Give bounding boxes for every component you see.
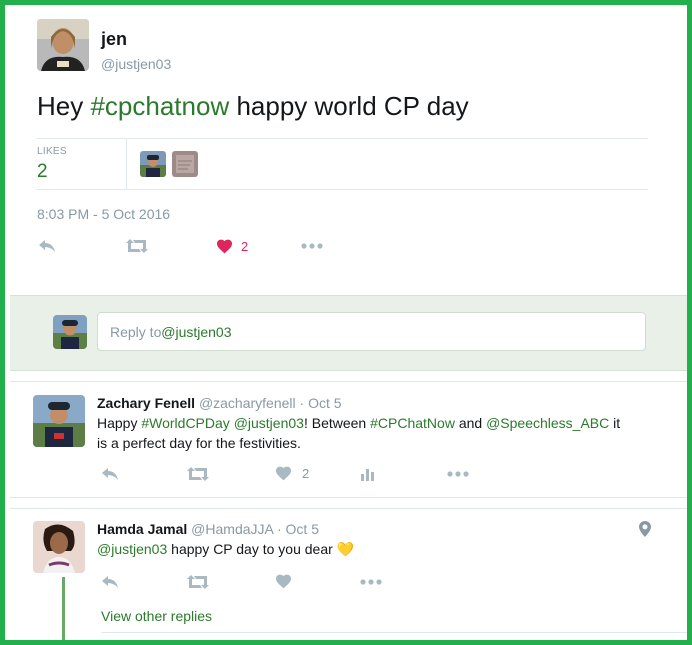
more-icon [301,243,323,249]
reply-text: @justjen03 happy CP day to you dear 💛 [97,539,354,559]
retweet-button[interactable] [126,239,148,253]
author-name[interactable]: jen [101,29,127,50]
reply-author-name[interactable]: Zachary Fenell [97,395,195,411]
reply-icon [102,468,118,480]
heart-icon [276,574,291,589]
dot-separator: · [276,521,282,537]
reply-divider [10,508,687,509]
reply-date[interactable]: Oct 5 [286,521,319,537]
like-button[interactable] [275,574,292,589]
more-icon [360,579,382,585]
bar-chart-icon [361,469,374,481]
likes-count[interactable]: 2 [37,161,48,183]
reply-icon [39,240,55,252]
text: Happy [97,415,142,431]
like-button[interactable]: 2 [275,466,309,481]
retweet-icon [187,467,209,481]
hashtag-link[interactable]: #WorldCPDay [141,415,229,431]
reply-button[interactable] [38,239,56,253]
reply-placeholder-prefix: Reply to [110,323,162,340]
more-button[interactable] [360,579,382,585]
likes-label: LIKES [37,146,67,157]
text: ! Between [303,415,371,431]
location-pin-icon [639,521,651,537]
mention-link[interactable]: @Speechless_ABC [486,415,609,431]
retweet-icon [187,575,209,589]
reply-divider [10,381,687,382]
text: is a perfect day for the festivities. [97,435,301,451]
view-other-replies-link[interactable]: View other replies [101,608,212,624]
location-button[interactable] [639,521,651,542]
reply-author-handle[interactable]: @HamdaJJA [191,521,273,537]
reply-avatar[interactable] [33,395,85,447]
retweet-icon [126,239,148,253]
stats-divider-top [37,138,648,139]
reply-author-handle[interactable]: @zacharyfenell [199,395,296,411]
hashtag-link[interactable]: #CPChatNow [370,415,455,431]
heart-icon [276,466,291,481]
liker-avatar[interactable] [172,151,198,177]
more-button[interactable] [447,471,469,477]
retweet-button[interactable] [187,575,209,589]
yellow-heart-emoji: 💛 [336,541,355,557]
reply-button[interactable] [101,575,119,589]
reply-text: Happy #WorldCPDay @justjen03! Between #C… [97,413,657,453]
like-count: 2 [241,239,249,254]
reply-header: Hamda Jamal @HamdaJJA · Oct 5 [97,521,319,537]
tweet-text: Hey #cpchatnow happy world CP day [37,91,469,122]
reply-author-name[interactable]: Hamda Jamal [97,521,187,537]
reply-input[interactable]: Reply to @justjen03 [97,312,646,351]
dot-separator: · [299,395,305,411]
author-avatar[interactable] [37,19,89,71]
reply-icon [102,576,118,588]
mention-link[interactable]: @justjen03 [97,541,167,557]
mention-link[interactable]: @justjen03 [234,415,304,431]
tweet-detail-frame: jen @justjen03 Hey #cpchatnow happy worl… [0,0,692,645]
reply-avatar[interactable] [33,521,85,573]
author-handle[interactable]: @justjen03 [101,56,171,72]
tweet-text-prefix: Hey [37,91,91,121]
like-button[interactable]: 2 [216,239,248,254]
more-icon [447,471,469,477]
reply-divider [10,497,687,498]
hashtag-link[interactable]: #cpchatnow [90,91,229,121]
heart-icon [217,239,232,254]
liker-avatar[interactable] [140,151,166,177]
stats-separator [126,139,127,189]
thread-connector-line [62,577,65,640]
like-count: 2 [302,466,310,481]
text: happy CP day to you dear [167,541,337,557]
reply-date[interactable]: Oct 5 [308,395,341,411]
stats-divider-bottom [37,189,648,190]
text: and [454,415,487,431]
tweet-text-suffix: happy world CP day [229,91,469,121]
analytics-button[interactable] [361,467,375,481]
reply-header: Zachary Fenell @zacharyfenell · Oct 5 [97,395,342,411]
text: it [609,415,621,431]
reply-placeholder-handle: @justjen03 [161,323,232,340]
current-user-avatar [53,315,87,349]
more-button[interactable] [301,243,323,249]
tweet-timestamp[interactable]: 8:03 PM - 5 Oct 2016 [37,206,170,222]
replies-bottom-divider [101,632,687,633]
retweet-button[interactable] [187,467,209,481]
reply-button[interactable] [101,467,119,481]
